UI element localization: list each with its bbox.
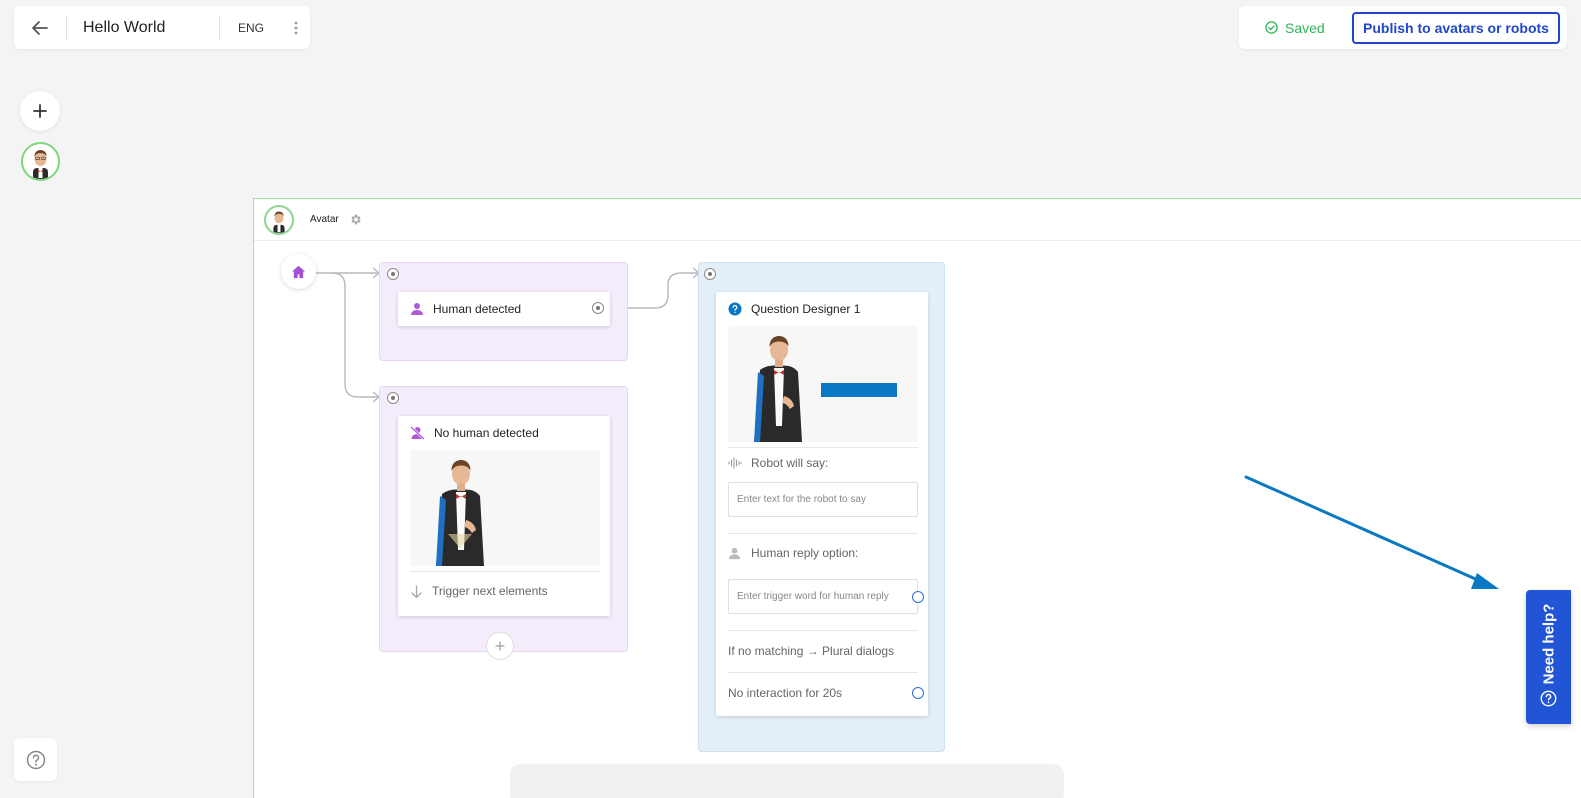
divider [410,571,600,572]
publish-button[interactable]: Publish to avatars or robots [1352,12,1560,44]
human-detected-node[interactable]: Human detected [398,292,610,326]
question-circle-icon [26,750,45,769]
frame-header: Avatar [254,199,1581,241]
no-interaction-output-port[interactable] [912,687,924,699]
node-title-row: Human detected [410,302,521,316]
no-interaction-label: No interaction for 20s [728,686,843,700]
publish-bar: Saved Publish to avatars or robots [1239,6,1567,49]
help-button[interactable] [14,738,57,781]
no-matching-label[interactable]: If no matching → Plural dialogs [728,644,894,658]
question-circle-icon [728,302,742,316]
no-human-title: No human detected [434,426,539,440]
question-circle-icon [1540,690,1557,707]
input-port[interactable] [704,268,716,280]
vertical-dots-icon [294,21,298,34]
frame-label: Avatar [310,214,339,225]
input-port[interactable] [387,392,399,404]
avatar-figure-image [436,460,484,566]
back-button[interactable] [14,6,66,49]
divider [728,630,918,631]
avatar-face-icon [33,150,48,179]
human-reply-row: Human reply option: [728,546,858,560]
plus-icon [33,104,47,118]
need-help-tab[interactable]: Need help? [1526,590,1571,724]
more-menu-button[interactable] [282,21,310,35]
divider [728,672,918,673]
saved-label: Saved [1285,19,1325,36]
question-preview [728,326,918,442]
question-designer-title: Question Designer 1 [751,302,861,316]
person-off-icon [410,426,425,440]
no-human-detected-node[interactable]: No human detected Trigger next elements [398,416,610,616]
home-icon [291,265,306,278]
human-reply-input[interactable]: Enter trigger word for human reply [728,579,918,614]
person-icon [411,303,423,315]
divider [728,447,918,448]
node-title-row: Question Designer 1 [728,302,860,316]
project-title[interactable]: Hello World [67,19,219,37]
plus-icon [495,641,505,651]
add-element-button[interactable] [20,91,60,131]
input-port[interactable] [387,268,399,280]
trigger-next-row[interactable]: Trigger next elements [410,584,548,598]
robot-will-say-row: Robot will say: [728,456,828,470]
avatar-figure-image [754,336,802,442]
avatar-face-icon [273,210,285,233]
divider [728,533,918,534]
project-bar: Hello World ENG [14,6,310,49]
faded-toast [510,764,1064,798]
robot-will-say-label: Robot will say: [751,456,829,470]
avatar-preview [410,450,600,566]
frame-settings-button[interactable] [349,213,362,226]
node-title-row: No human detected [410,426,539,440]
add-branch-button[interactable] [486,632,514,660]
check-circle-icon [1265,21,1278,34]
output-port[interactable] [592,302,604,314]
saved-status: Saved [1239,20,1351,36]
person-icon [728,547,741,559]
start-node[interactable] [281,254,316,289]
human-detected-title: Human detected [433,302,522,316]
arrow-left-icon [32,20,48,35]
arrow-down-icon [411,584,422,598]
sound-wave-icon [728,457,742,469]
avatar-selector[interactable] [21,142,60,181]
human-reply-label: Human reply option: [751,546,859,560]
human-reply-output-port[interactable] [912,591,924,603]
language-selector[interactable]: ENG [220,21,282,35]
robot-say-input[interactable]: Enter text for the robot to say [728,482,918,517]
need-help-label: Need help? [1540,603,1557,685]
frame-avatar-thumb [264,204,294,235]
question-designer-node[interactable]: Question Designer 1 Robot will say: Ente… [716,292,928,716]
trigger-next-label: Trigger next elements [432,584,548,598]
gear-icon [351,214,361,225]
question-bar-graphic [821,383,897,397]
